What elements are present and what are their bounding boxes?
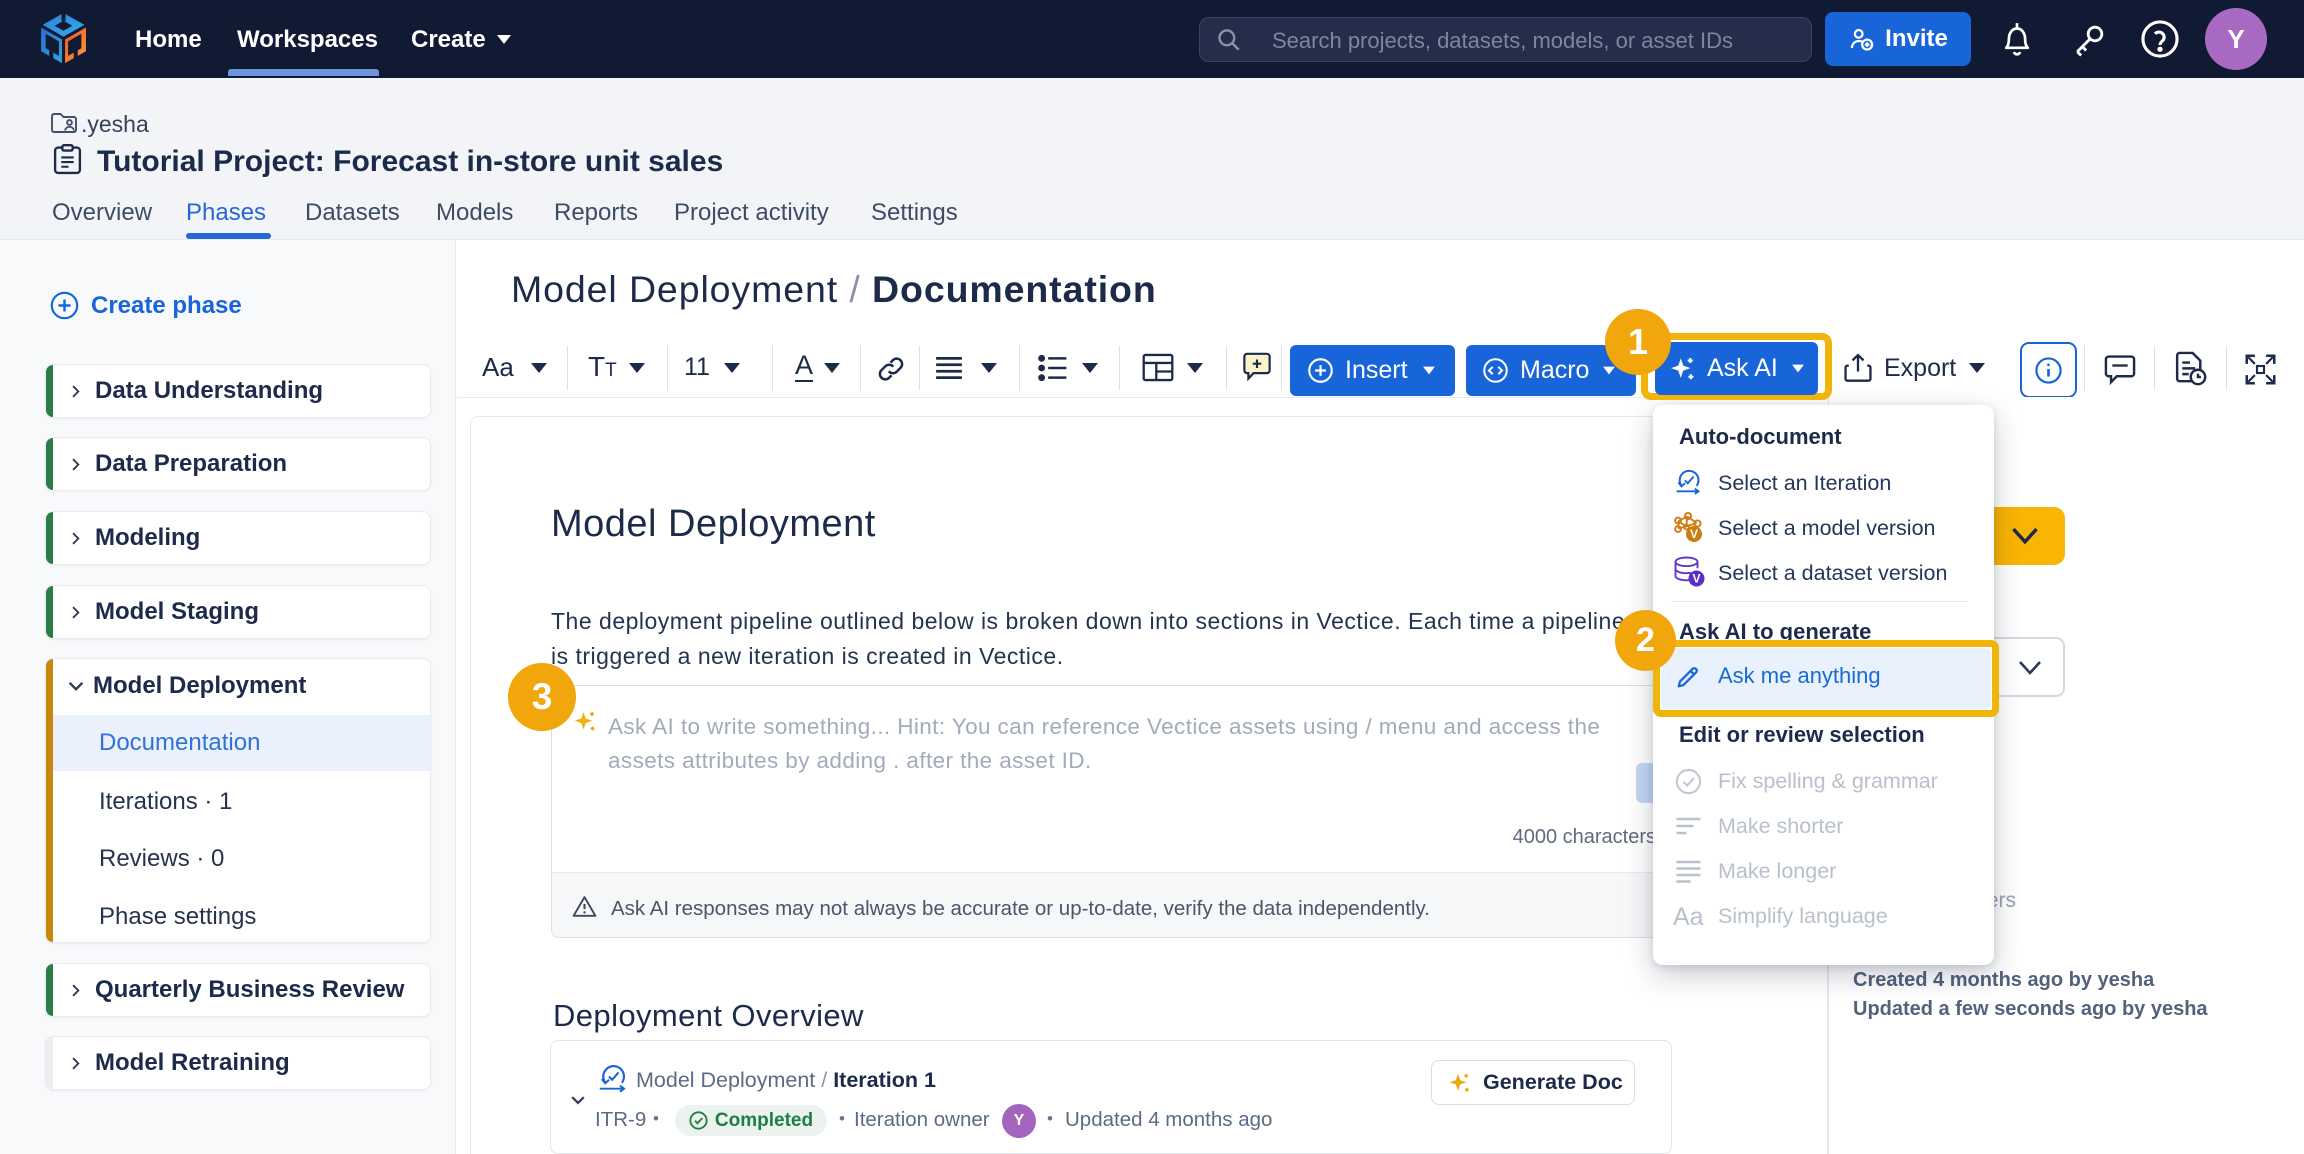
svg-text:V: V <box>1692 572 1700 586</box>
svg-text:V: V <box>1690 527 1698 541</box>
